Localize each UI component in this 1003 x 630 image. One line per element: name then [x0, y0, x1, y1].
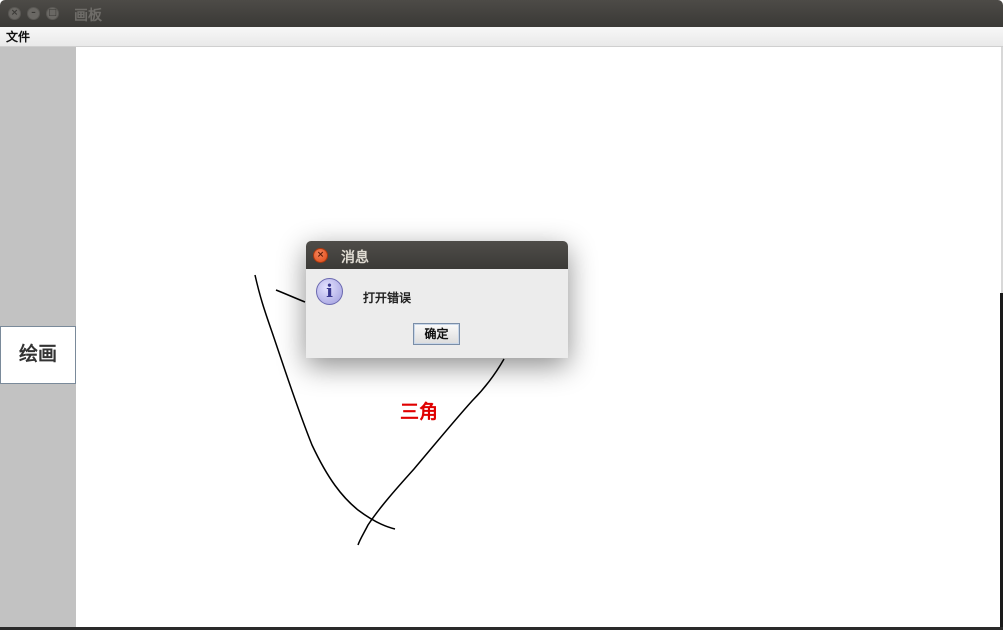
ok-button[interactable]: 确定: [413, 323, 460, 345]
shape-label: 三角: [400, 401, 439, 423]
dialog-close-icon[interactable]: ×: [313, 248, 328, 263]
menu-file[interactable]: 文件: [6, 28, 30, 45]
dialog-message: 打开错误: [363, 291, 412, 305]
title-bar[interactable]: × – □ 画板: [0, 0, 1003, 27]
window-title: 画板: [74, 8, 102, 24]
draw-button[interactable]: 绘画: [0, 326, 76, 384]
close-icon[interactable]: ×: [8, 7, 21, 20]
maximize-icon[interactable]: □: [46, 7, 59, 20]
message-dialog: × 消息 i 打开错误 确定: [306, 241, 568, 358]
dialog-title: 消息: [341, 250, 369, 266]
info-icon: i: [316, 278, 343, 305]
freehand-stroke-top: [275, 289, 306, 303]
minimize-icon[interactable]: –: [27, 7, 40, 20]
dialog-title-bar[interactable]: × 消息: [306, 241, 568, 269]
freehand-stroke-right: [357, 358, 505, 546]
menu-bar: 文件: [0, 27, 1003, 47]
paint-window: × – □ 画板 文件 绘画 三角 × 消息 i 打开错误 确定: [0, 0, 1003, 630]
tool-panel: 绘画: [0, 47, 76, 627]
